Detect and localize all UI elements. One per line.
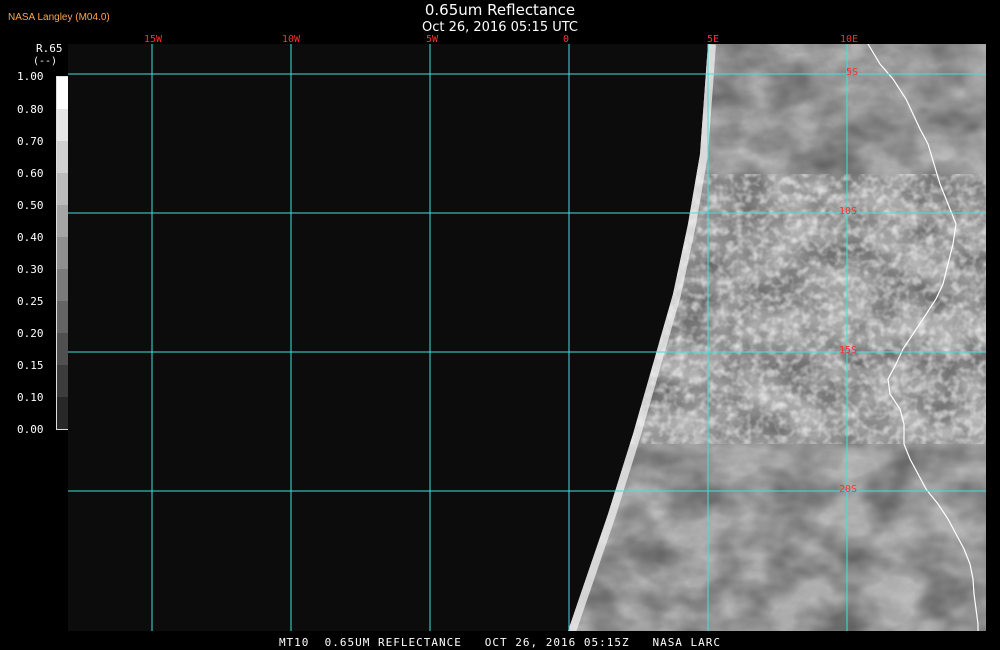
image-timestamp: Oct 26, 2016 05:15 UTC xyxy=(422,20,578,35)
image-caption: MT10 0.65UM REFLECTANCE OCT 26, 2016 05:… xyxy=(278,636,722,649)
legend-tick: 0.70 xyxy=(17,135,44,148)
latitude-label: 5S xyxy=(846,67,859,78)
latitude-label: 20S xyxy=(839,484,858,495)
longitude-label: 10W xyxy=(282,34,301,45)
longitude-label: 10E xyxy=(840,34,859,45)
latitude-label: 15S xyxy=(839,345,858,356)
image-title: 0.65um Reflectance xyxy=(424,1,576,19)
legend-tick: 0.10 xyxy=(17,391,44,404)
legend-tick: 0.80 xyxy=(17,103,44,116)
legend-unit: (--) xyxy=(33,56,58,67)
legend-tick: 0.00 xyxy=(17,423,44,436)
legend-tick: 0.30 xyxy=(17,263,44,276)
legend-tick: 1.00 xyxy=(17,70,44,83)
legend-tick: 0.15 xyxy=(17,359,44,372)
latitude-label: 10S xyxy=(839,206,858,217)
longitude-label: 15W xyxy=(144,34,163,45)
longitude-label: 5E xyxy=(707,34,720,45)
legend-tick: 0.60 xyxy=(17,167,44,180)
legend-tick: 0.50 xyxy=(17,199,44,212)
longitude-label: 5W xyxy=(426,34,439,45)
satellite-image[interactable] xyxy=(68,44,986,631)
legend-tick: 0.20 xyxy=(17,327,44,340)
legend-tick: 0.25 xyxy=(17,295,44,308)
legend-parameter: R.65 xyxy=(36,42,63,55)
longitude-label: 0 xyxy=(563,34,570,45)
legend-tick: 0.40 xyxy=(17,231,44,244)
